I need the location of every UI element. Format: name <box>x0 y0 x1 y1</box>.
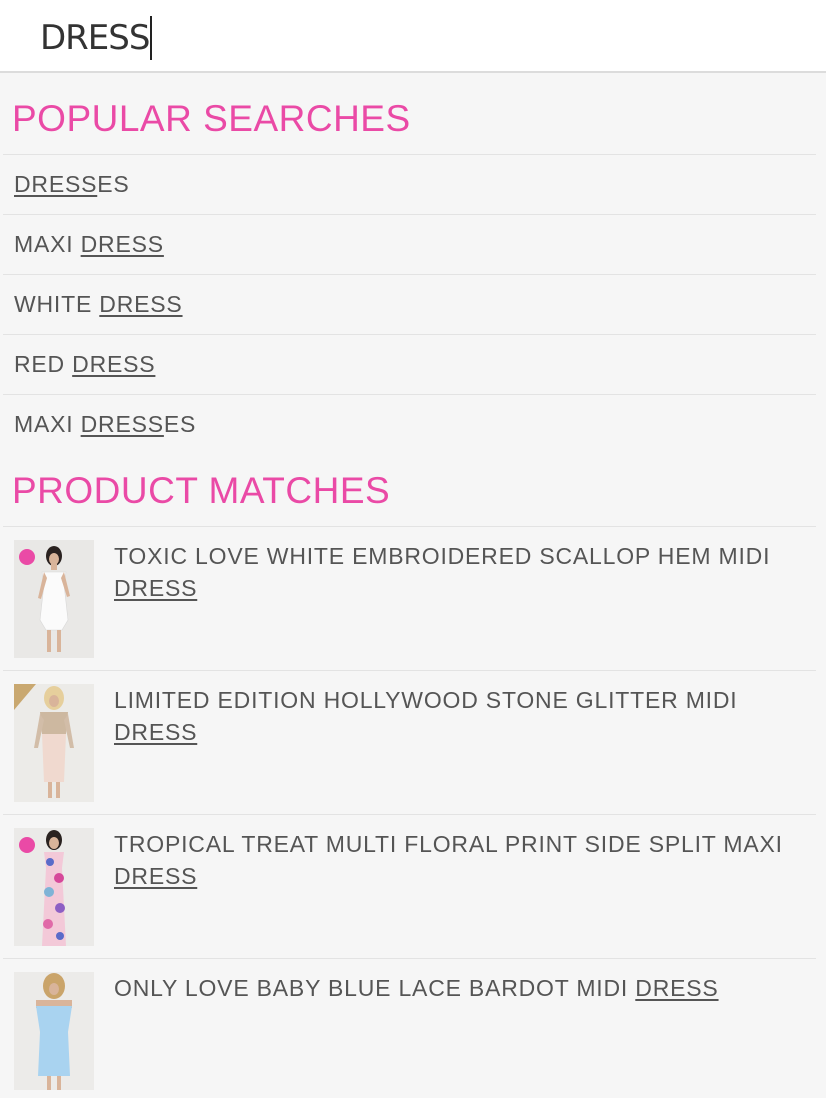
product-thumbnail[interactable] <box>14 972 94 1090</box>
suggestion-suffix: ES <box>97 171 130 197</box>
product-name-match: DRESS <box>114 719 198 745</box>
popular-search-item[interactable]: MAXI DRESSES <box>14 410 196 438</box>
product-name-match: DRESS <box>114 863 198 889</box>
suggestion-prefix: RED <box>14 351 73 377</box>
divider <box>3 670 816 671</box>
product-name-prefix: ONLY LOVE BABY BLUE LACE BARDOT MIDI <box>114 975 636 1001</box>
suggestion-prefix: WHITE <box>14 291 100 317</box>
product-thumbnail[interactable] <box>14 828 94 946</box>
divider <box>3 394 816 395</box>
popular-searches-title: POPULAR SEARCHES <box>12 98 411 139</box>
search-input[interactable]: DRESS <box>40 14 800 62</box>
divider <box>3 526 816 527</box>
suggestion-prefix: MAXI <box>14 411 81 437</box>
divider <box>3 214 816 215</box>
product-match-item[interactable]: ONLY LOVE BABY BLUE LACE BARDOT MIDI DRE… <box>114 972 804 1004</box>
divider <box>3 334 816 335</box>
product-match-item[interactable]: TOXIC LOVE WHITE EMBROIDERED SCALLOP HEM… <box>114 540 804 604</box>
product-match-item[interactable]: TROPICAL TREAT MULTI FLORAL PRINT SIDE S… <box>114 828 804 892</box>
suggestion-suffix: ES <box>163 411 197 437</box>
divider <box>3 814 816 815</box>
suggestion-match: DRESS <box>99 291 183 317</box>
suggestion-match: DRESS <box>80 231 164 257</box>
divider <box>3 154 816 155</box>
text-caret <box>150 16 153 60</box>
product-name-prefix: LIMITED EDITION HOLLYWOOD STONE GLITTER … <box>114 687 738 713</box>
product-name-prefix: TOXIC LOVE WHITE EMBROIDERED SCALLOP HEM… <box>114 543 771 569</box>
divider <box>3 274 816 275</box>
suggestion-prefix: MAXI <box>14 231 81 257</box>
sale-badge <box>19 837 35 853</box>
popular-search-item[interactable]: WHITE DRESS <box>14 290 183 318</box>
product-name-prefix: TROPICAL TREAT MULTI FLORAL PRINT SIDE S… <box>114 831 783 857</box>
divider <box>3 958 816 959</box>
product-name-match: DRESS <box>635 975 719 1001</box>
suggestion-match: DRESS <box>14 171 98 197</box>
product-thumbnail[interactable] <box>14 540 94 658</box>
product-match-item[interactable]: LIMITED EDITION HOLLYWOOD STONE GLITTER … <box>114 684 804 748</box>
suggestion-match: DRESS <box>72 351 156 377</box>
product-matches-title: PRODUCT MATCHES <box>12 470 391 511</box>
product-thumbnail[interactable] <box>14 684 94 802</box>
product-name-match: DRESS <box>114 575 198 601</box>
search-input-value: DRESS <box>40 18 150 58</box>
popular-search-item[interactable]: MAXI DRESS <box>14 230 164 258</box>
suggestion-match: DRESS <box>80 411 164 437</box>
sale-badge <box>19 549 35 565</box>
popular-search-item[interactable]: RED DRESS <box>14 350 155 378</box>
search-bar: DRESS <box>0 0 826 73</box>
popular-search-item[interactable]: DRESSES <box>14 170 130 198</box>
